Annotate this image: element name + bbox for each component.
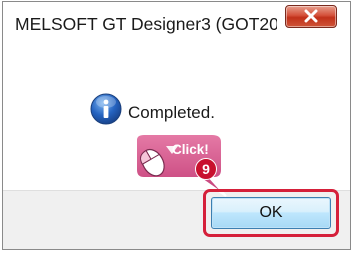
click-label: Click! — [172, 142, 209, 157]
info-icon — [90, 93, 122, 125]
message-text: Completed. — [128, 103, 215, 122]
close-icon — [304, 9, 318, 23]
title-bar[interactable]: MELSOFT GT Designer3 (GOT20... — [3, 2, 350, 50]
window-title: MELSOFT GT Designer3 (GOT20... — [15, 14, 277, 34]
step-number-badge: 9 — [195, 158, 217, 180]
close-button[interactable] — [285, 5, 337, 28]
ok-button[interactable]: OK — [211, 197, 331, 229]
